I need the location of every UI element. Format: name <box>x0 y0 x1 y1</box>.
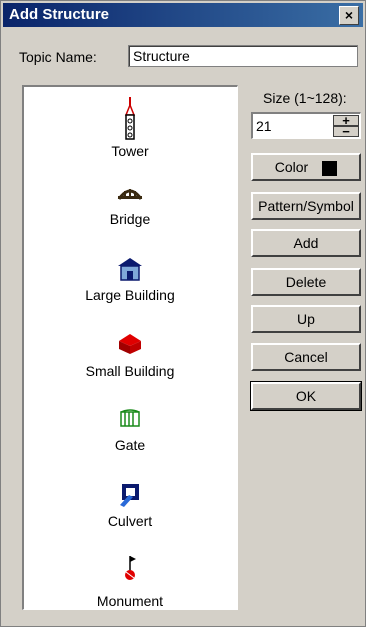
close-button[interactable]: × <box>339 6 359 25</box>
large-building-icon <box>118 258 142 281</box>
topic-name-input[interactable]: Structure <box>128 45 358 67</box>
bridge-icon <box>117 189 143 200</box>
size-stepper[interactable]: + − <box>333 114 359 138</box>
structure-label: Culvert <box>107 513 153 529</box>
size-input[interactable]: 21 + − <box>251 112 361 139</box>
size-value: 21 <box>256 118 272 134</box>
structure-list[interactable]: Tower Bridge Large Building Small Buildi… <box>22 85 238 610</box>
monument-icon <box>125 556 136 580</box>
add-structure-dialog: Add Structure × Topic Name: Structure To… <box>0 0 366 627</box>
cancel-button[interactable]: Cancel <box>251 343 361 371</box>
list-item-monument[interactable]: Monument <box>24 555 236 609</box>
culvert-icon <box>120 484 139 507</box>
structure-label: Bridge <box>109 211 151 227</box>
tower-icon <box>124 97 136 140</box>
list-item-gate[interactable]: Gate <box>24 409 236 453</box>
color-button[interactable]: Color <box>251 153 361 181</box>
ok-button[interactable]: OK <box>250 381 362 411</box>
delete-button[interactable]: Delete <box>251 268 361 296</box>
list-item-tower[interactable]: Tower <box>24 97 236 159</box>
dialog-title: Add Structure <box>9 6 110 23</box>
stepper-down-icon[interactable]: − <box>333 125 359 138</box>
topic-name-label: Topic Name: <box>19 49 97 65</box>
add-button[interactable]: Add <box>251 229 361 257</box>
list-item-bridge[interactable]: Bridge <box>24 185 236 227</box>
list-item-large-building[interactable]: Large Building <box>24 257 236 303</box>
color-swatch <box>322 160 338 176</box>
list-item-culvert[interactable]: Culvert <box>24 483 236 529</box>
structure-label: Small Building <box>85 363 175 379</box>
size-label: Size (1~128): <box>263 90 347 106</box>
structure-label: Monument <box>96 593 164 609</box>
structure-label: Gate <box>114 437 146 453</box>
gate-icon <box>120 409 140 427</box>
title-bar[interactable]: Add Structure × <box>3 3 363 27</box>
color-button-label: Color <box>274 159 309 175</box>
structure-label: Large Building <box>85 287 175 303</box>
structure-label: Tower <box>111 143 149 159</box>
small-building-icon <box>119 334 141 354</box>
list-item-small-building[interactable]: Small Building <box>24 333 236 379</box>
pattern-symbol-button[interactable]: Pattern/Symbol <box>251 192 361 220</box>
up-button[interactable]: Up <box>251 305 361 333</box>
